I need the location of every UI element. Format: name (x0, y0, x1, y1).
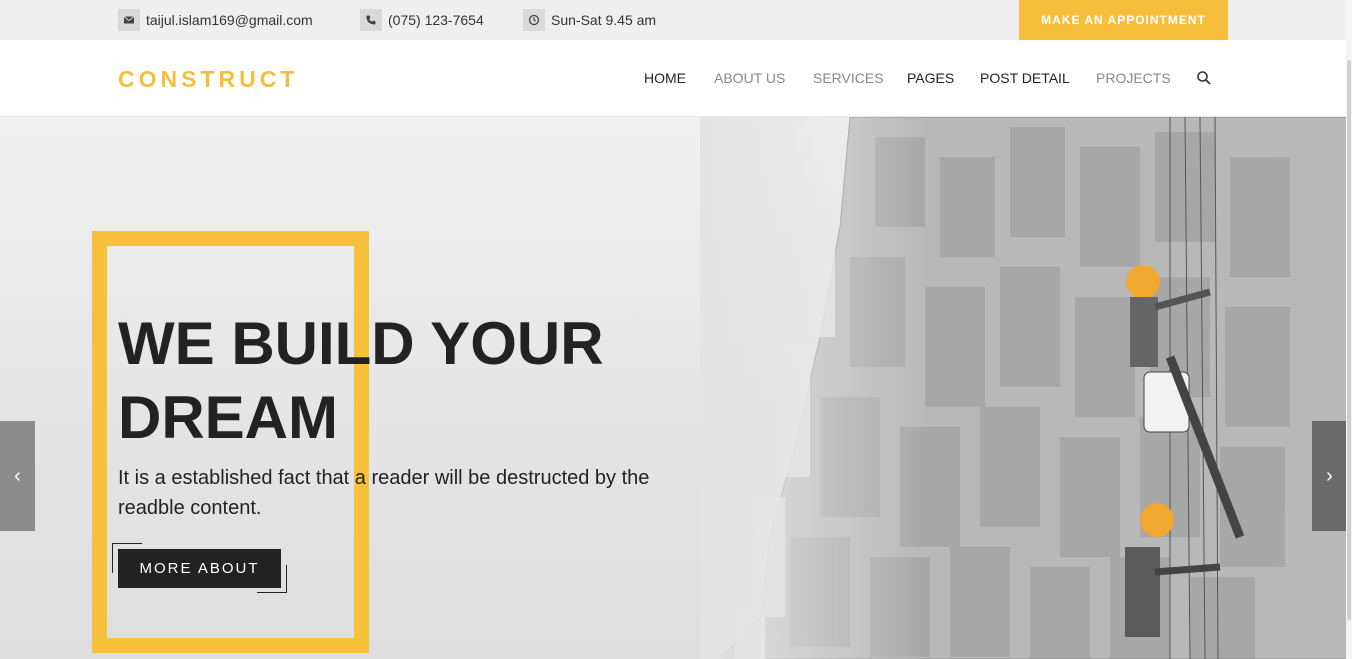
clock-icon (523, 9, 545, 31)
email-info[interactable]: taijul.islam169@gmail.com (118, 8, 313, 32)
slider-prev-arrow[interactable]: ‹ (0, 421, 35, 531)
page-scrollbar-thumb[interactable] (1347, 60, 1351, 620)
nav-projects[interactable]: PROJECTS (1096, 70, 1171, 86)
email-text: taijul.islam169@gmail.com (146, 12, 313, 28)
top-info-bar: taijul.islam169@gmail.com (075) 123-7654… (0, 0, 1352, 40)
make-appointment-button[interactable]: MAKE AN APPOINTMENT (1019, 0, 1228, 40)
hero-subtext: It is a established fact that a reader w… (118, 467, 650, 519)
nav-about-us[interactable]: ABOUT US (714, 70, 785, 86)
hours-text: Sun-Sat 9.45 am (551, 12, 657, 28)
phone-info[interactable]: (075) 123-7654 (360, 8, 484, 32)
chevron-left-icon: ‹ (14, 464, 21, 487)
nav-pages[interactable]: PAGES (907, 70, 954, 86)
nav-services[interactable]: SERVICES (813, 70, 884, 86)
hero-building-image (700, 117, 1352, 659)
mail-icon (118, 9, 140, 31)
site-logo[interactable]: CONSTRUCT (118, 66, 298, 93)
hours-info: Sun-Sat 9.45 am (523, 8, 656, 32)
chevron-right-icon: › (1326, 464, 1333, 487)
main-navbar: CONSTRUCT HOME ABOUT US SERVICES PAGES P… (0, 40, 1352, 117)
nav-post-detail[interactable]: POST DETAIL (980, 70, 1070, 86)
hero-headline: WE BUILD YOUR DREAM (118, 310, 604, 451)
nav-home[interactable]: HOME (644, 70, 686, 86)
more-about-button[interactable]: MORE ABOUT (118, 549, 281, 588)
slider-next-arrow[interactable]: › (1312, 421, 1347, 531)
phone-icon (360, 9, 382, 31)
search-icon[interactable] (1196, 70, 1212, 86)
hero-slider: WE BUILD YOUR DREAM It is a established … (0, 117, 1352, 659)
phone-text: (075) 123-7654 (388, 12, 484, 28)
